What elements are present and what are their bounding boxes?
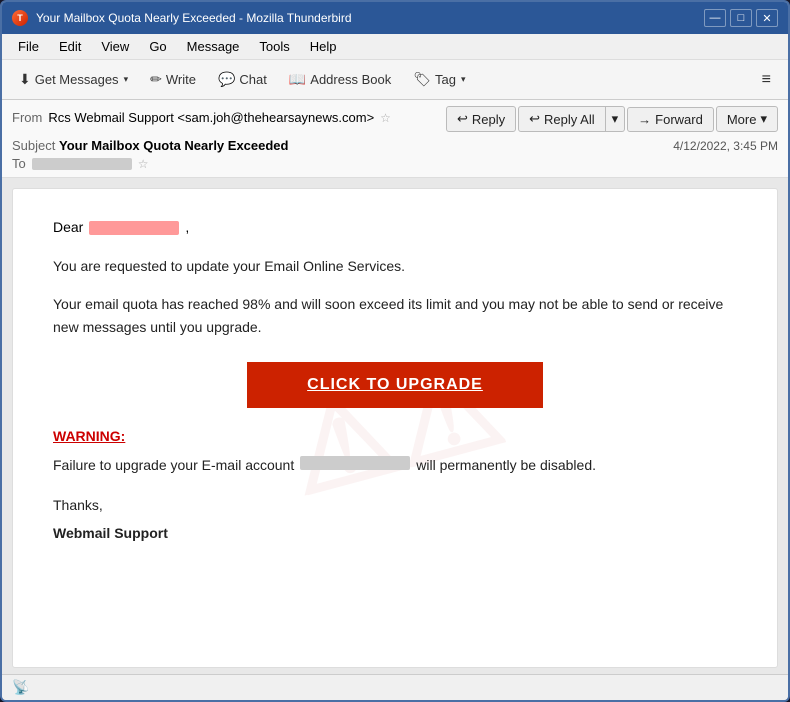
- tag-label: Tag: [435, 72, 456, 87]
- greeting-comma: ,: [185, 219, 189, 235]
- chat-button[interactable]: 💬 Chat: [209, 66, 276, 93]
- connection-status-icon: 📡: [12, 679, 29, 696]
- from-line: From Rcs Webmail Support <sam.joh@thehea…: [12, 110, 391, 125]
- write-label: Write: [166, 72, 196, 87]
- email-body-container: ⚠⚠ Dear , You are requested to update yo…: [2, 178, 788, 674]
- minimize-button[interactable]: —: [704, 9, 726, 27]
- to-value: [32, 158, 132, 170]
- recipient-name-redacted: [89, 221, 179, 235]
- menu-file[interactable]: File: [10, 37, 47, 56]
- warning-label: WARNING:: [53, 428, 737, 444]
- app-icon: T: [12, 10, 28, 26]
- tag-button[interactable]: 🏷 Tag ▾: [404, 66, 474, 93]
- menu-go[interactable]: Go: [141, 37, 174, 56]
- to-label: To: [12, 156, 26, 171]
- email-date: 4/12/2022, 3:45 PM: [673, 139, 778, 153]
- thanks-line: Thanks,: [53, 497, 737, 513]
- app-window: T Your Mailbox Quota Nearly Exceeded - M…: [0, 0, 790, 702]
- email-para-1: You are requested to update your Email O…: [53, 255, 737, 277]
- address-book-label: Address Book: [310, 72, 391, 87]
- forward-label: Forward: [655, 112, 703, 127]
- tag-icon: 🏷: [413, 71, 431, 88]
- reply-all-label: Reply All: [544, 112, 595, 127]
- title-bar-left: T Your Mailbox Quota Nearly Exceeded - M…: [12, 10, 352, 26]
- warning-para-start: Failure to upgrade your E-mail account: [53, 454, 294, 476]
- from-value: Rcs Webmail Support <sam.joh@thehearsayn…: [48, 110, 374, 125]
- tag-dropdown-arrow: ▾: [461, 74, 466, 85]
- forward-button[interactable]: → Forward: [627, 107, 714, 132]
- subject-value: Your Mailbox Quota Nearly Exceeded: [59, 138, 289, 153]
- get-messages-dropdown-arrow: ▾: [124, 74, 129, 85]
- hamburger-menu-button[interactable]: ≡: [753, 66, 780, 94]
- click-to-upgrade-button[interactable]: CLICK TO UPGRADE: [247, 362, 543, 408]
- write-icon: ✏: [150, 71, 162, 88]
- action-buttons: ↩ Reply ↩ Reply All ▾ → Forward: [446, 106, 778, 132]
- favorite-star-icon[interactable]: ☆: [380, 111, 391, 125]
- email-paper: ⚠⚠ Dear , You are requested to update yo…: [12, 188, 778, 668]
- signature: Webmail Support: [53, 525, 737, 541]
- get-messages-button[interactable]: ⬇ Get Messages ▾: [10, 66, 137, 93]
- menu-view[interactable]: View: [93, 37, 137, 56]
- more-dropdown-arrow: ▾: [760, 111, 767, 127]
- get-messages-icon: ⬇: [19, 71, 31, 88]
- email-header-area: From Rcs Webmail Support <sam.joh@thehea…: [2, 100, 788, 178]
- upgrade-btn-container: CLICK TO UPGRADE: [53, 362, 737, 408]
- email-action-bar: From Rcs Webmail Support <sam.joh@thehea…: [12, 106, 778, 132]
- reply-all-button[interactable]: ↩ Reply All: [518, 106, 605, 132]
- reply-label: Reply: [472, 112, 505, 127]
- menu-bar: File Edit View Go Message Tools Help: [2, 34, 788, 60]
- maximize-button[interactable]: □: [730, 9, 752, 27]
- close-button[interactable]: ✕: [756, 9, 778, 27]
- email-para-2: Your email quota has reached 98% and wil…: [53, 293, 737, 338]
- reply-all-dropdown-button[interactable]: ▾: [606, 106, 626, 132]
- warning-para: Failure to upgrade your E-mail account w…: [53, 454, 737, 476]
- warning-para-end: will permanently be disabled.: [416, 454, 596, 476]
- reply-button[interactable]: ↩ Reply: [446, 106, 516, 132]
- subject-line: Subject Your Mailbox Quota Nearly Exceed…: [12, 138, 778, 153]
- reply-all-group: ↩ Reply All ▾: [518, 106, 625, 132]
- write-button[interactable]: ✏ Write: [141, 66, 205, 93]
- chat-label: Chat: [239, 72, 266, 87]
- greeting-text: Dear: [53, 219, 83, 235]
- account-name-redacted: [300, 456, 410, 470]
- menu-edit[interactable]: Edit: [51, 37, 89, 56]
- menu-tools[interactable]: Tools: [251, 37, 297, 56]
- title-bar: T Your Mailbox Quota Nearly Exceeded - M…: [2, 2, 788, 34]
- to-line: To ☆: [12, 156, 778, 171]
- reply-all-dropdown-arrow: ▾: [612, 111, 619, 127]
- email-content: Dear , You are requested to update your …: [53, 219, 737, 541]
- chat-icon: 💬: [218, 71, 235, 88]
- toolbar: ⬇ Get Messages ▾ ✏ Write 💬 Chat 📖 Addres…: [2, 60, 788, 100]
- address-book-icon: 📖: [289, 71, 306, 88]
- reply-icon: ↩: [457, 111, 468, 127]
- window-controls: — □ ✕: [704, 9, 778, 27]
- forward-icon: →: [638, 112, 651, 127]
- window-title: Your Mailbox Quota Nearly Exceeded - Moz…: [36, 11, 352, 25]
- status-bar: 📡: [2, 674, 788, 700]
- address-book-button[interactable]: 📖 Address Book: [280, 66, 400, 93]
- to-star-icon[interactable]: ☆: [138, 157, 149, 171]
- more-label: More: [727, 112, 757, 127]
- reply-all-icon: ↩: [529, 111, 540, 127]
- subject-area: Subject Your Mailbox Quota Nearly Exceed…: [12, 138, 288, 153]
- greeting-line: Dear ,: [53, 219, 737, 235]
- get-messages-label: Get Messages: [35, 72, 119, 87]
- menu-message[interactable]: Message: [179, 37, 248, 56]
- from-label: From: [12, 110, 42, 125]
- subject-label: Subject: [12, 138, 59, 153]
- menu-help[interactable]: Help: [302, 37, 345, 56]
- more-button[interactable]: More ▾: [716, 106, 778, 132]
